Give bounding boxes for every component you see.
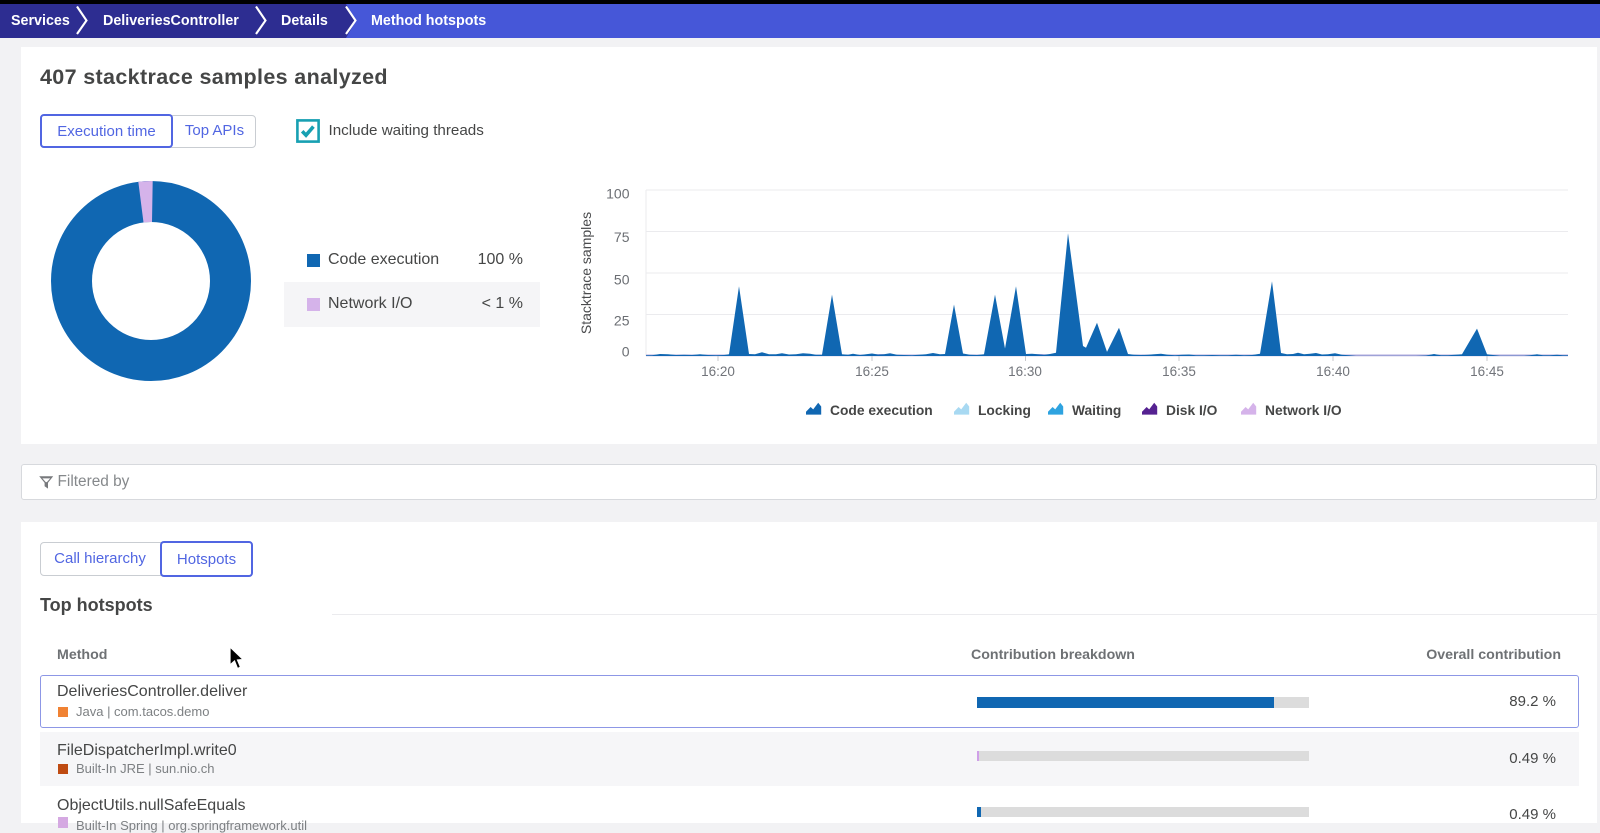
svg-text:16:30: 16:30 <box>1008 364 1042 379</box>
svg-text:25: 25 <box>614 313 630 329</box>
svg-text:Network I/O: Network I/O <box>1265 403 1342 418</box>
svg-text:16:40: 16:40 <box>1316 364 1350 379</box>
svg-text:75: 75 <box>614 229 630 245</box>
svg-text:Locking: Locking <box>978 403 1031 418</box>
svg-text:Waiting: Waiting <box>1072 403 1121 418</box>
svg-text:Disk I/O: Disk I/O <box>1166 403 1218 418</box>
svg-text:16:25: 16:25 <box>855 364 889 379</box>
svg-text:0: 0 <box>622 344 630 360</box>
svg-text:50: 50 <box>614 272 630 288</box>
svg-text:16:45: 16:45 <box>1470 364 1504 379</box>
svg-text:16:20: 16:20 <box>701 364 735 379</box>
svg-text:Stacktrace samples: Stacktrace samples <box>578 212 594 334</box>
svg-text:16:35: 16:35 <box>1162 364 1196 379</box>
svg-text:100: 100 <box>606 186 630 202</box>
svg-text:Code execution: Code execution <box>830 403 933 418</box>
